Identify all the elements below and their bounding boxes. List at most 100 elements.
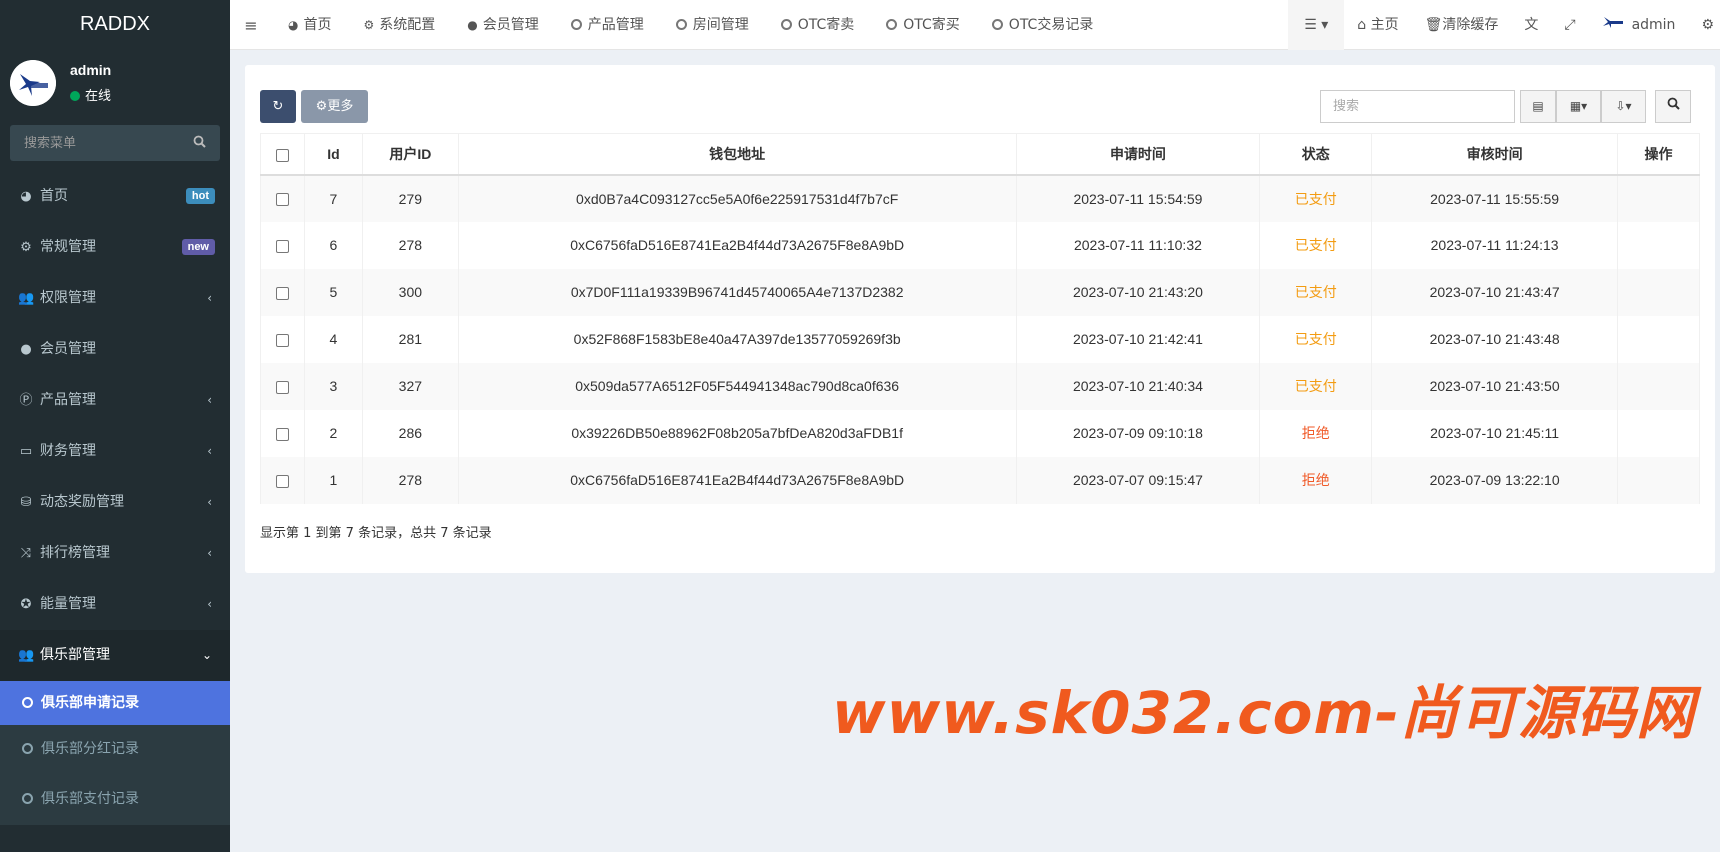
sidebar-item-ranking[interactable]: ⤨ 排行榜管理 ‹: [0, 528, 230, 579]
random-icon: ⤨: [20, 546, 32, 561]
tab-members[interactable]: ● 会员管理: [451, 0, 554, 50]
sidebar-item-general[interactable]: ⚙ 常规管理 new: [0, 222, 230, 273]
sidebar-search-input[interactable]: [10, 125, 220, 161]
table-row: 7 279 0xd0B7a4C093127cc5e5A0f6e225917531d4…: [260, 174, 1700, 222]
search-button[interactable]: [1655, 90, 1691, 123]
search-icon: [1667, 97, 1680, 110]
home-link[interactable]: ⌂ 主页: [1344, 0, 1411, 50]
tab-otc-sell[interactable]: OTC寄卖: [765, 0, 871, 50]
language-icon[interactable]: 文: [1511, 0, 1551, 50]
cell-review-time: 2023-07-10 21:45:11: [1371, 409, 1618, 457]
col-id[interactable]: Id: [303, 133, 363, 176]
cell-apply-time: 2023-07-11 11:10:32: [1015, 221, 1261, 269]
cell-actions: [1617, 456, 1700, 504]
cell-id: 1: [303, 456, 363, 504]
cell-status: 已支付: [1259, 268, 1373, 316]
table-row: 6 278 0xC6756faD516E8741Ea2B4f44d73A2675F8…: [260, 221, 1700, 269]
table-search-input[interactable]: [1320, 90, 1515, 123]
sidebar-search: [10, 125, 220, 161]
table-row: 1 278 0xC6756faD516E8741Ea2B4f44d73A2675F8…: [260, 456, 1700, 504]
app-logo[interactable]: RADDX: [0, 0, 230, 50]
export-dropdown[interactable]: ⇩▾: [1601, 90, 1646, 123]
search-icon[interactable]: [193, 135, 206, 152]
cell-user-id: 281: [361, 315, 459, 363]
row-checkbox[interactable]: [275, 193, 289, 207]
sidebar-subitem-club-payments[interactable]: 俱乐部支付记录: [0, 775, 230, 825]
sidebar-item-home[interactable]: ◕ 首页 hot: [0, 171, 230, 222]
row-checkbox[interactable]: [275, 474, 289, 488]
sidebar-item-energy[interactable]: ✪ 能量管理 ‹: [0, 579, 230, 630]
user-icon: ●: [20, 342, 32, 357]
tab-products[interactable]: 产品管理: [555, 0, 660, 50]
cell-status: 已支付: [1259, 174, 1373, 222]
tab-otc-records[interactable]: OTC交易记录: [976, 0, 1110, 50]
cell-review-time: 2023-07-10 21:43:47: [1371, 268, 1618, 316]
select-all-checkbox[interactable]: [275, 148, 289, 162]
tab-rooms[interactable]: 房间管理: [660, 0, 765, 50]
col-apply-time[interactable]: 申请时间: [1015, 133, 1261, 176]
chevron-down-icon: ⌄: [201, 648, 212, 662]
sidebar-item-label: 会员管理: [40, 341, 96, 357]
row-checkbox[interactable]: [275, 427, 289, 441]
cell-actions: [1617, 174, 1700, 222]
tab-list-dropdown[interactable]: ☰ ▾: [1288, 0, 1345, 50]
row-checkbox[interactable]: [275, 239, 289, 253]
cell-user-id: 278: [361, 221, 459, 269]
col-status[interactable]: 状态: [1259, 133, 1373, 176]
table-body: 7 279 0xd0B7a4C093127cc5e5A0f6e225917531d4…: [260, 174, 1700, 504]
circle-icon: [22, 697, 33, 708]
toggle-view-button[interactable]: ▤: [1520, 90, 1556, 123]
refresh-icon: ↻: [272, 99, 284, 114]
columns-dropdown[interactable]: ▦▾: [1556, 90, 1601, 123]
table-header-row: Id 用户ID 钱包地址 申请时间 状态 审核时间 操作: [260, 133, 1700, 176]
sidebar-subitem-club-dividends[interactable]: 俱乐部分红记录: [0, 725, 230, 775]
online-dot-icon: [70, 91, 80, 101]
tab-home[interactable]: ◕ 首页: [272, 0, 347, 50]
refresh-button[interactable]: ↻: [260, 90, 296, 123]
cell-id: 4: [303, 315, 363, 363]
sidebar-item-members[interactable]: ● 会员管理: [0, 324, 230, 375]
user-menu[interactable]: admin: [1589, 0, 1689, 50]
cell-status: 拒绝: [1259, 456, 1373, 504]
row-checkbox[interactable]: [275, 333, 289, 347]
fullscreen-icon[interactable]: ⤢: [1551, 0, 1588, 50]
chevron-left-icon: ‹: [207, 444, 212, 458]
hamburger-menu-icon[interactable]: ≡: [230, 16, 272, 35]
tab-otc-buy[interactable]: OTC寄买: [870, 0, 976, 50]
col-review-time[interactable]: 审核时间: [1371, 133, 1618, 176]
cell-review-time: 2023-07-10 21:43:48: [1371, 315, 1618, 363]
table-row: 3 327 0x509da577A6512F05F544941348ac790d8c…: [260, 362, 1700, 410]
sidebar-item-finance[interactable]: ▭ 财务管理 ‹: [0, 426, 230, 477]
hot-badge: hot: [185, 188, 215, 204]
trash-icon: 🗑: [1424, 17, 1443, 33]
tab-system-config[interactable]: ⚙ 系统配置: [347, 0, 451, 50]
sidebar-item-label: 排行榜管理: [40, 545, 110, 561]
sidebar-item-club[interactable]: 👥 俱乐部管理 ⌄: [0, 630, 230, 681]
tab-label: OTC交易记录: [1008, 17, 1094, 33]
cell-review-time: 2023-07-11 15:55:59: [1371, 174, 1618, 222]
dashboard-icon: ◕: [288, 18, 299, 32]
circle-icon: [886, 19, 898, 30]
col-wallet[interactable]: 钱包地址: [457, 133, 1017, 176]
user-panel: admin 在线: [0, 50, 230, 118]
user-name: admin: [70, 62, 112, 78]
caret-down-icon: ▾: [1625, 99, 1632, 113]
gear-icon: ⚙: [363, 18, 375, 32]
row-checkbox[interactable]: [275, 380, 289, 394]
sidebar-subitem-club-applications[interactable]: 俱乐部申请记录: [0, 681, 230, 725]
sidebar-item-rewards[interactable]: ⛁ 动态奖励管理 ‹: [0, 477, 230, 528]
col-user-id[interactable]: 用户ID: [361, 133, 459, 176]
sidebar-item-products[interactable]: Ⓟ 产品管理 ‹: [0, 375, 230, 426]
nav-tabs: ≡ ◕ 首页 ⚙ 系统配置 ● 会员管理 产品管理 房间管理 OTC寄卖 OTC寄买 …: [230, 0, 1109, 50]
clear-cache-button[interactable]: 🗑清除缓存: [1412, 0, 1512, 50]
more-button[interactable]: ⚙更多: [301, 90, 368, 123]
settings-gear-icon[interactable]: ⚙: [1688, 0, 1720, 50]
circle-icon: [22, 743, 33, 754]
user-avatar-icon: [1602, 0, 1624, 50]
database-icon: ⛁: [20, 495, 32, 510]
tab-label: 房间管理: [692, 17, 749, 33]
cell-apply-time: 2023-07-07 09:15:47: [1015, 456, 1261, 504]
product-icon: Ⓟ: [19, 393, 33, 408]
sidebar-item-permissions[interactable]: 👥 权限管理 ‹: [0, 273, 230, 324]
row-checkbox[interactable]: [275, 286, 289, 300]
